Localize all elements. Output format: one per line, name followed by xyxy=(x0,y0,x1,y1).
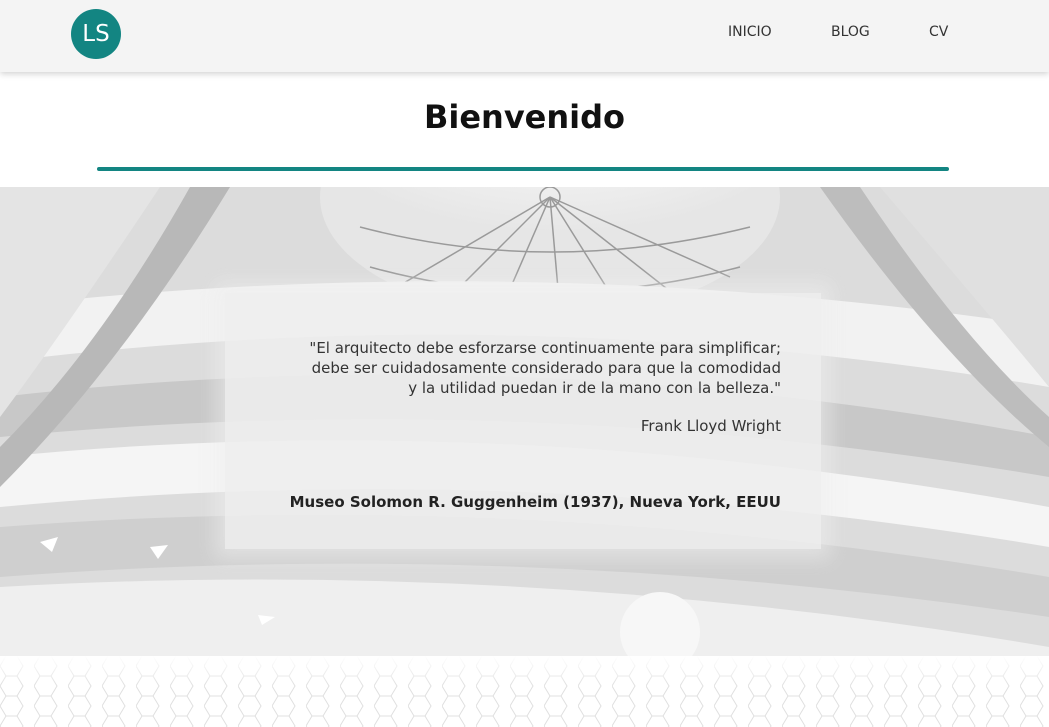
quote-line: y la utilidad puedan ir de la mano con l… xyxy=(408,379,781,397)
quote-card: "El arquitecto debe esforzarse continuam… xyxy=(225,293,821,549)
nav-link-inicio[interactable]: INICIO xyxy=(728,24,772,40)
quote-line: debe ser cuidadosamente considerado para… xyxy=(311,359,781,377)
page-title: Bienvenido xyxy=(423,98,626,136)
logo-text: LS xyxy=(82,21,110,47)
navbar: LS INICIO BLOG CV xyxy=(0,0,1049,72)
hero-banner: "El arquitecto debe esforzarse continuam… xyxy=(0,187,1049,656)
nav-link-blog[interactable]: BLOG xyxy=(831,24,870,40)
image-caption: Museo Solomon R. Guggenheim (1937), Nuev… xyxy=(289,493,781,511)
hexagon-pattern-background xyxy=(0,656,1049,727)
nav-link-cv[interactable]: CV xyxy=(929,24,948,40)
quote-author: Frank Lloyd Wright xyxy=(640,417,781,435)
logo-avatar[interactable]: LS xyxy=(71,9,121,59)
quote-line: "El arquitecto debe esforzarse continuam… xyxy=(309,339,781,357)
title-underline xyxy=(97,167,949,171)
quote-text: "El arquitecto debe esforzarse continuam… xyxy=(221,338,781,398)
